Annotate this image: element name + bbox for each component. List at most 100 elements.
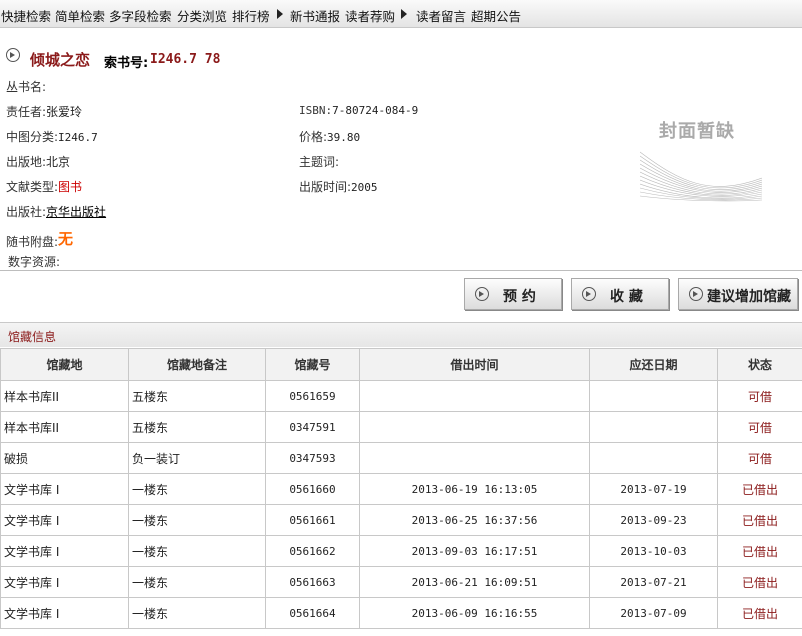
table-row: 文学书库 I 一楼东 0561661 2013-06-25 16:37:56 2013-… <box>0 504 802 536</box>
series-label: 丛书名: <box>6 80 47 94</box>
cell-due-date <box>589 380 718 412</box>
price-label: 价格: <box>299 130 328 144</box>
col-header-loan-time: 借出时间 <box>359 348 590 381</box>
cell-barcode: 0561661 <box>265 504 360 536</box>
price-row: 价格:39.80 <box>299 128 360 145</box>
cell-loan-time: 2013-06-19 16:13:05 <box>359 473 590 505</box>
table-row: 样本书库II 五楼东 0561659 可借 <box>0 380 802 412</box>
cell-status: 已借出 <box>717 566 802 598</box>
reserve-button-label: 预 约 <box>503 289 536 305</box>
publisher-row: 出版社:京华出版社 <box>6 203 106 220</box>
nav-category-browse[interactable]: 分类浏览 <box>177 6 227 25</box>
digital-resource-label: 数字资源: <box>8 255 61 269</box>
cell-location: 文学书库 I <box>0 473 129 505</box>
price-value: 39.80 <box>327 131 361 144</box>
table-row: 文学书库 I 一楼东 0561662 2013-09-03 16:17:51 2013-… <box>0 535 802 567</box>
doctype-row: 文献类型:图书 <box>6 178 82 195</box>
cell-barcode: 0347591 <box>265 411 360 443</box>
holdings-table: 馆藏地 馆藏地备注 馆藏号 借出时间 应还日期 状态 样本书库II 五楼东 0561… <box>0 348 802 629</box>
arrow-circle-icon <box>689 287 703 301</box>
nav-new-books[interactable]: 新书通报 <box>290 6 340 25</box>
clc-value: I246.7 <box>58 131 98 144</box>
place-row: 出版地:北京 <box>6 153 70 170</box>
cell-due-date: 2013-10-03 <box>589 535 718 567</box>
isbn-row: ISBN:7-80724-084-9 <box>299 104 418 117</box>
table-row: 文学书库 I 一楼东 0561664 2013-06-09 16:16:55 2013-… <box>0 597 802 629</box>
cell-barcode: 0561664 <box>265 597 360 629</box>
cell-location-note: 五楼东 <box>128 411 266 443</box>
arrow-circle-icon <box>582 287 596 301</box>
doctype-label: 文献类型: <box>6 180 59 194</box>
cell-status: 已借出 <box>717 473 802 505</box>
nav-simple-search[interactable]: 简单检索 <box>55 6 105 25</box>
reserve-button[interactable]: 预 约 <box>464 278 562 310</box>
isbn-label: ISBN: <box>299 104 333 117</box>
nav-quick-search[interactable]: 快捷检索 <box>1 6 51 25</box>
nav-ranking[interactable]: 排行榜 <box>232 6 270 25</box>
nav-reader-message[interactable]: 读者留言 <box>416 6 466 25</box>
nav-arrow-icon <box>277 9 283 19</box>
cell-status: 可借 <box>717 380 802 412</box>
cell-status: 已借出 <box>717 535 802 567</box>
cell-location: 样本书库II <box>0 380 129 412</box>
favorite-button-label: 收 藏 <box>610 289 643 305</box>
favorite-button[interactable]: 收 藏 <box>571 278 669 310</box>
pubdate-label: 出版时间: <box>299 180 352 194</box>
call-number-label: 索书号: <box>104 56 149 71</box>
suggest-acquisition-button[interactable]: 建议增加馆藏 <box>678 278 798 310</box>
cell-loan-time: 2013-09-03 16:17:51 <box>359 535 590 567</box>
call-number: I246.7 78 <box>150 52 221 67</box>
cell-status: 可借 <box>717 411 802 443</box>
holdings-header-row: 馆藏地 馆藏地备注 馆藏号 借出时间 应还日期 状态 <box>0 348 802 381</box>
col-header-location: 馆藏地 <box>0 348 129 381</box>
publisher-label: 出版社: <box>6 205 47 219</box>
cell-location-note: 一楼东 <box>128 597 266 629</box>
top-nav: 快捷检索 简单检索 多字段检索 分类浏览 排行榜 新书通报 读者荐购 读者留言 … <box>0 0 802 28</box>
cell-location: 文学书库 I <box>0 535 129 567</box>
nav-reader-recommend[interactable]: 读者荐购 <box>345 6 395 25</box>
cell-location: 样本书库II <box>0 411 129 443</box>
cell-due-date <box>589 411 718 443</box>
cell-location: 破损 <box>0 442 129 474</box>
divider <box>0 270 802 271</box>
cell-status: 已借出 <box>717 597 802 629</box>
cell-barcode: 0561659 <box>265 380 360 412</box>
isbn-value: 7-80724-084-9 <box>332 104 419 117</box>
cell-location-note: 一楼东 <box>128 504 266 536</box>
cell-due-date: 2013-07-19 <box>589 473 718 505</box>
suggest-acquisition-button-label: 建议增加馆藏 <box>707 289 791 305</box>
cell-loan-time: 2013-06-21 16:09:51 <box>359 566 590 598</box>
holdings-section-title: 馆藏信息 <box>8 330 57 344</box>
clc-label: 中图分类: <box>6 130 59 144</box>
nav-arrow-icon <box>401 9 407 19</box>
cell-loan-time <box>359 442 590 474</box>
place-label: 出版地: <box>6 155 47 169</box>
cell-location: 文学书库 I <box>0 566 129 598</box>
table-row: 样本书库II 五楼东 0347591 可借 <box>0 411 802 443</box>
col-header-location-note: 馆藏地备注 <box>128 348 266 381</box>
table-row: 破损 负一装订 0347593 可借 <box>0 442 802 474</box>
disc-value: 无 <box>58 230 74 248</box>
publisher-link[interactable]: 京华出版社 <box>46 205 106 219</box>
cell-location-note: 一楼东 <box>128 473 266 505</box>
doctype-value: 图书 <box>58 180 83 194</box>
clc-row: 中图分类:I246.7 <box>6 128 98 145</box>
cell-barcode: 0561660 <box>265 473 360 505</box>
author-label: 责任者: <box>6 105 47 119</box>
cell-location: 文学书库 I <box>0 504 129 536</box>
col-header-status: 状态 <box>717 348 802 381</box>
disc-row: 随书附盘:无 <box>6 230 73 251</box>
author-row: 责任者:张爱玲 <box>6 103 82 120</box>
cell-loan-time <box>359 380 590 412</box>
nav-overdue-notice[interactable]: 超期公告 <box>471 6 521 25</box>
cell-due-date <box>589 442 718 474</box>
cell-barcode: 0561662 <box>265 535 360 567</box>
cell-barcode: 0561663 <box>265 566 360 598</box>
subject-label: 主题词: <box>299 155 340 169</box>
pubdate-row: 出版时间:2005 <box>299 178 378 195</box>
cell-due-date: 2013-07-21 <box>589 566 718 598</box>
cell-location-note: 五楼东 <box>128 380 266 412</box>
nav-multifield-search[interactable]: 多字段检索 <box>109 6 172 25</box>
cell-loan-time <box>359 411 590 443</box>
arrow-circle-icon <box>6 48 20 62</box>
